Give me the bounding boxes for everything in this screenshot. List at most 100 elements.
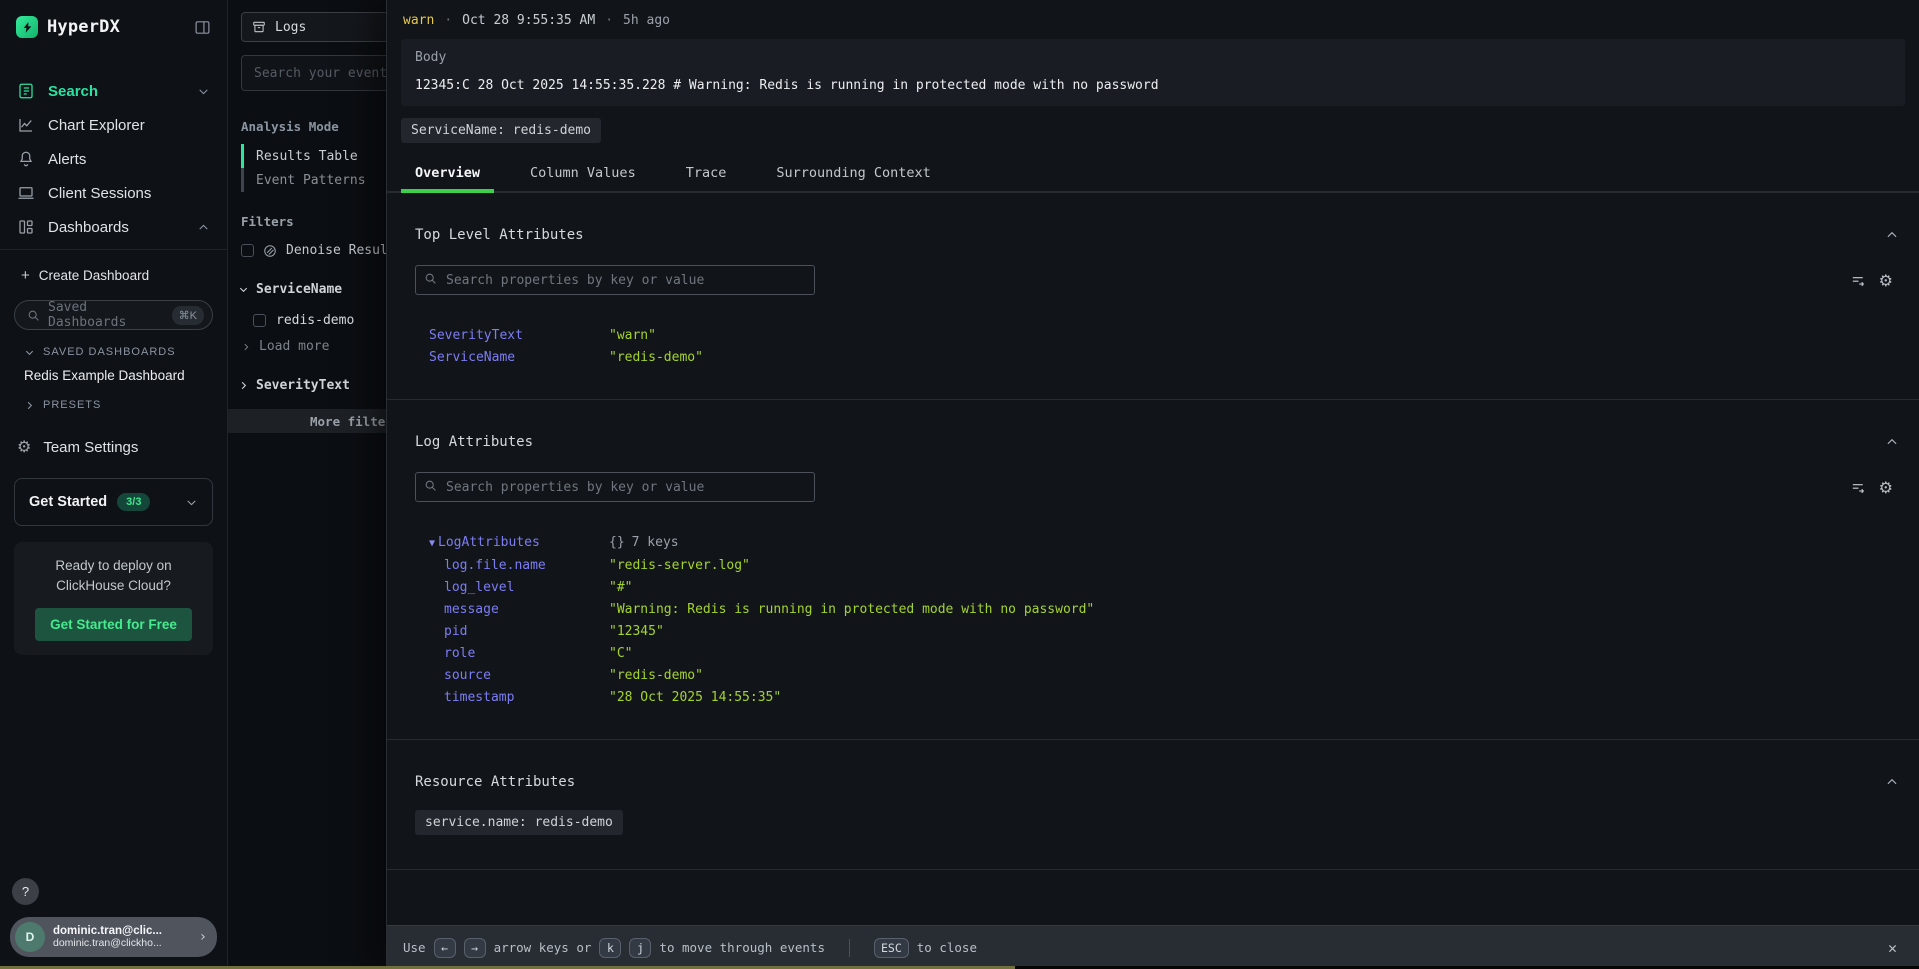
user-menu[interactable]: D dominic.tran@clic... dominic.tran@clic… bbox=[10, 917, 217, 957]
key-count: 7 keys bbox=[632, 532, 679, 555]
checkbox[interactable] bbox=[241, 244, 254, 257]
sidebar-nav-item[interactable]: Search bbox=[0, 74, 227, 108]
tab[interactable]: Column Values bbox=[516, 157, 650, 191]
attribute-root-row[interactable]: ▼LogAttributes {} 7 keys bbox=[429, 532, 1899, 555]
section-title: Top Level Attributes bbox=[415, 227, 584, 243]
chevron-right-icon bbox=[24, 400, 35, 411]
search-icon bbox=[424, 272, 437, 285]
left-arrow-key[interactable]: ← bbox=[434, 938, 456, 958]
user-email: dominic.tran@clickho... bbox=[53, 937, 199, 949]
section-top-level-attributes: Top Level Attributes ⚙ SeverityText "war… bbox=[387, 193, 1919, 400]
property-search-input[interactable] bbox=[415, 472, 815, 502]
drawer-footer: Use ← → arrow keys or k j to move throug… bbox=[387, 925, 1919, 969]
chevron-up-icon[interactable] bbox=[1885, 435, 1899, 449]
drawer-content: Top Level Attributes ⚙ SeverityText "war… bbox=[387, 193, 1919, 925]
chevron-right-icon: › bbox=[199, 929, 207, 945]
sidebar-nav-item[interactable]: Alerts bbox=[0, 142, 227, 176]
bell-icon bbox=[17, 150, 35, 168]
plus-icon: + bbox=[21, 267, 30, 284]
gear-icon: ⚙ bbox=[17, 439, 31, 456]
attribute-row[interactable]: log.file.name "redis-server.log" bbox=[429, 555, 1899, 577]
section-title: Log Attributes bbox=[415, 434, 533, 450]
chevron-up-icon bbox=[197, 221, 210, 234]
attribute-row[interactable]: pid "12345" bbox=[429, 621, 1899, 643]
laptop-icon bbox=[17, 184, 35, 202]
section-resource-attributes: Resource Attributes service.name: redis-… bbox=[387, 740, 1919, 870]
property-search-input[interactable] bbox=[415, 265, 815, 295]
k-key[interactable]: k bbox=[599, 938, 621, 958]
log-body-text: 12345:C 28 Oct 2025 14:55:35.228 # Warni… bbox=[415, 78, 1891, 93]
attribute-row[interactable]: log_level "#" bbox=[429, 577, 1899, 599]
search-icon bbox=[424, 479, 437, 492]
chevron-right-icon bbox=[241, 342, 251, 352]
filter-lines-icon[interactable] bbox=[1850, 272, 1867, 289]
saved-dashboards-search[interactable]: Saved Dashboards ⌘K bbox=[14, 300, 213, 330]
right-arrow-key[interactable]: → bbox=[464, 938, 486, 958]
sidebar: HyperDX Search Chart Explorer Alerts Cli… bbox=[0, 0, 228, 969]
chevron-up-icon[interactable] bbox=[1885, 775, 1899, 789]
create-dashboard-button[interactable]: + Create Dashboard bbox=[0, 250, 227, 290]
filter-lines-icon[interactable] bbox=[1850, 479, 1867, 496]
user-name: dominic.tran@clic... bbox=[53, 925, 199, 937]
j-key[interactable]: j bbox=[629, 938, 651, 958]
denoise-icon bbox=[263, 244, 277, 258]
top-level-attributes-table: SeverityText "warn" ServiceName "redis-d… bbox=[429, 325, 1899, 399]
sidebar-nav-item[interactable]: Chart Explorer bbox=[0, 108, 227, 142]
chevron-down-icon bbox=[185, 496, 198, 509]
sidebar-item-redis-example-dashboard[interactable]: Redis Example Dashboard bbox=[0, 358, 227, 383]
chart-icon bbox=[17, 116, 35, 134]
progress-badge: 3/3 bbox=[117, 493, 150, 511]
sidebar-nav-item[interactable]: Dashboards bbox=[0, 210, 227, 244]
detail-tabs: Overview Column Values Trace Surrounding Co… bbox=[387, 157, 1919, 193]
body-panel: Body 12345:C 28 Oct 2025 14:55:35.228 # … bbox=[401, 39, 1905, 106]
archive-icon bbox=[252, 20, 266, 34]
chevron-down-icon bbox=[24, 347, 35, 358]
attribute-row[interactable]: ServiceName "redis-demo" bbox=[429, 347, 1899, 369]
chevron-up-icon[interactable] bbox=[1885, 228, 1899, 242]
severity-badge: warn bbox=[403, 13, 434, 28]
attribute-row[interactable]: timestamp "28 Oct 2025 14:55:35" bbox=[429, 687, 1899, 709]
attribute-row[interactable]: source "redis-demo" bbox=[429, 665, 1899, 687]
help-button[interactable]: ? bbox=[12, 878, 39, 905]
sidebar-item-team-settings[interactable]: ⚙ Team Settings bbox=[0, 411, 227, 456]
avatar: D bbox=[15, 922, 45, 952]
saved-dashboards-header[interactable]: SAVED DASHBOARDS bbox=[0, 330, 227, 358]
chevron-right-icon bbox=[238, 380, 249, 391]
relative-time: 5h ago bbox=[623, 13, 670, 28]
presets-header[interactable]: PRESETS bbox=[0, 383, 227, 411]
tab[interactable]: Surrounding Context bbox=[762, 157, 944, 191]
attribute-row[interactable]: message "Warning: Redis is running in pr… bbox=[429, 599, 1899, 621]
chevron-down-icon bbox=[238, 284, 249, 295]
service-name-chip[interactable]: ServiceName: redis-demo bbox=[401, 118, 601, 143]
collapse-sidebar-icon[interactable] bbox=[194, 19, 211, 36]
event-timestamp: Oct 28 9:55:35 AM bbox=[462, 13, 595, 28]
hyperdx-logo bbox=[16, 16, 38, 38]
event-header: warn · Oct 28 9:55:35 AM · 5h ago bbox=[387, 0, 1919, 37]
attribute-row[interactable]: SeverityText "warn" bbox=[429, 325, 1899, 347]
esc-key[interactable]: ESC bbox=[874, 938, 909, 958]
search-icon bbox=[27, 309, 40, 322]
get-started-free-button[interactable]: Get Started for Free bbox=[35, 608, 193, 641]
section-title: Resource Attributes bbox=[415, 774, 575, 790]
divider bbox=[849, 939, 850, 957]
chevron-down-icon bbox=[197, 85, 210, 98]
gear-icon[interactable]: ⚙ bbox=[1879, 478, 1893, 497]
log-attributes-table: log.file.name "redis-server.log" log_lev… bbox=[429, 555, 1899, 709]
tab[interactable]: Trace bbox=[672, 157, 741, 191]
resource-attribute-chip[interactable]: service.name: redis-demo bbox=[415, 810, 623, 835]
attribute-row[interactable]: role "C" bbox=[429, 643, 1899, 665]
sidebar-nav: Search Chart Explorer Alerts Client Sess… bbox=[0, 74, 227, 250]
collapse-triangle-icon[interactable]: ▼ bbox=[429, 538, 435, 549]
clickhouse-promo-card: Ready to deploy on ClickHouse Cloud? Get… bbox=[14, 542, 213, 655]
close-icon[interactable]: ✕ bbox=[1888, 939, 1897, 957]
gear-icon[interactable]: ⚙ bbox=[1879, 271, 1893, 290]
braces-icon: {} bbox=[609, 532, 625, 555]
event-detail-drawer: warn · Oct 28 9:55:35 AM · 5h ago Body 1… bbox=[386, 0, 1919, 969]
command-k-shortcut: ⌘K bbox=[172, 306, 204, 325]
checkbox[interactable] bbox=[253, 314, 266, 327]
tab[interactable]: Overview bbox=[401, 157, 494, 191]
sidebar-nav-item[interactable]: Client Sessions bbox=[0, 176, 227, 210]
get-started-panel[interactable]: Get Started 3/3 bbox=[14, 478, 213, 526]
journal-icon bbox=[17, 82, 35, 100]
grid-icon bbox=[17, 218, 35, 236]
